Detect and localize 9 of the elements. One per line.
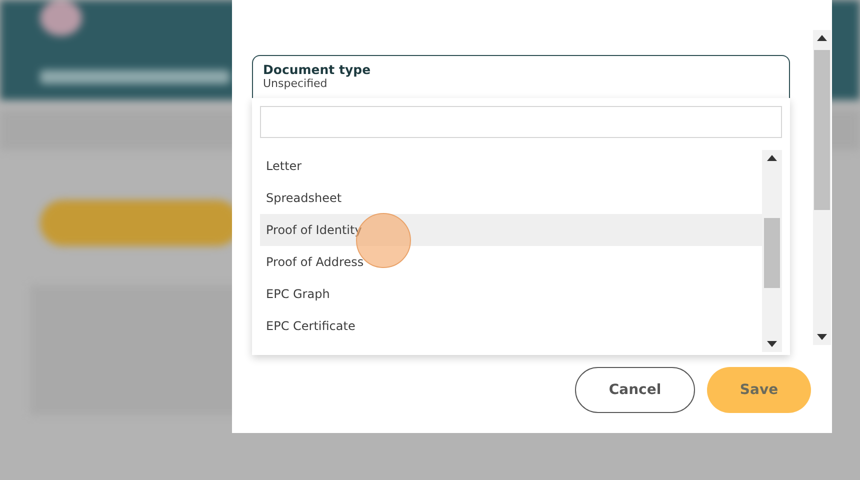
scrollbar[interactable] xyxy=(762,150,782,352)
dropdown-option[interactable]: EPC Graph xyxy=(260,278,762,310)
search-field[interactable] xyxy=(260,106,782,138)
scrollbar[interactable] xyxy=(813,30,831,345)
cancel-button[interactable]: Cancel xyxy=(575,367,695,413)
dropdown-option[interactable]: Letter xyxy=(260,150,762,182)
dropdown-option[interactable]: Spreadsheet xyxy=(260,182,762,214)
dropdown-option[interactable]: Proof of Address xyxy=(260,246,762,278)
dropdown-option[interactable]: EPC Certificate xyxy=(260,310,762,342)
